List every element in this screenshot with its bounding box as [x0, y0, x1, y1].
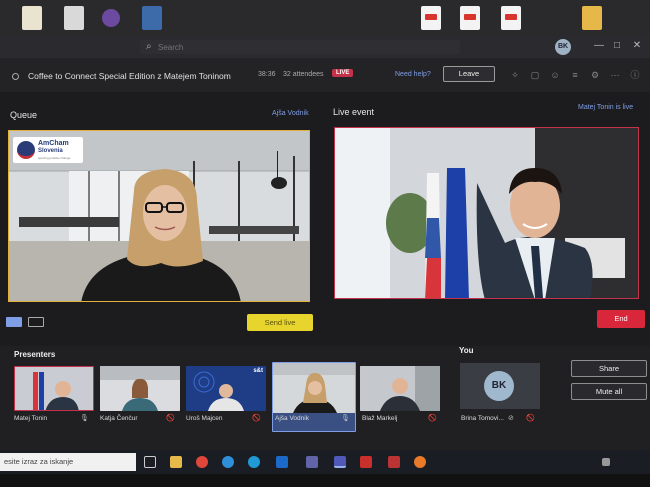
end-button[interactable]: End — [597, 310, 645, 328]
microphone-muted-icon[interactable]: 🚫 — [428, 414, 437, 422]
microphone-muted-icon[interactable]: 🚫 — [526, 414, 535, 422]
presenter-thumbnail — [15, 367, 93, 410]
self-name: Brina Tomovi... — [461, 415, 504, 422]
logo-line-1: AmCham — [38, 140, 69, 147]
chrome-icon[interactable] — [196, 456, 208, 468]
presenter-tile[interactable] — [100, 366, 180, 411]
pdf-file-icon[interactable] — [421, 6, 441, 30]
ie-icon[interactable] — [222, 456, 234, 468]
app-titlebar: ⌕ BK — □ ✕ — [0, 36, 650, 58]
desktop-app-icon[interactable] — [142, 6, 162, 30]
presenter-name: Katja Čenčur — [100, 415, 138, 422]
share-button[interactable]: Share — [571, 360, 647, 377]
pdf-file-icon[interactable] — [460, 6, 480, 30]
presenter-thumbnail — [100, 366, 180, 411]
chat-icon[interactable]: ▢ — [530, 70, 540, 80]
meeting-status-icon — [12, 73, 19, 80]
you-label: You — [459, 346, 474, 355]
meeting-title: Coffee to Connect Special Edition z Mate… — [28, 71, 231, 81]
reactions-icon[interactable]: ✧ — [510, 70, 520, 80]
self-avatar: BK — [484, 371, 514, 401]
live-video-scene — [335, 128, 638, 298]
live-badge: LIVE — [332, 69, 354, 77]
task-view-icon[interactable] — [144, 456, 156, 468]
mute-all-button[interactable]: Mute all — [571, 383, 647, 400]
help-link[interactable]: Need help? — [395, 71, 431, 78]
attendee-count[interactable]: 32 attendees — [283, 71, 323, 78]
live-video[interactable] — [334, 127, 639, 299]
folder-icon[interactable] — [582, 6, 602, 30]
presenter-tile[interactable]: s&t — [186, 366, 266, 411]
teams-icon[interactable] — [306, 456, 318, 468]
microphone-icon[interactable]: 🎙 — [341, 414, 350, 422]
send-live-button[interactable]: Send live — [247, 314, 313, 331]
search-input[interactable] — [158, 40, 448, 54]
screen: ⌕ BK — □ ✕ Coffee to Connect Special Edi… — [0, 0, 650, 487]
logo-line-2: Slovenia — [38, 148, 63, 154]
desktop-document-icon[interactable] — [64, 6, 84, 30]
amcham-logo-mark — [17, 141, 35, 159]
desktop-app-icon[interactable] — [102, 9, 120, 27]
desktop-icons — [0, 0, 650, 36]
microphone-muted-icon[interactable]: 🚫 — [166, 414, 175, 422]
user-avatar[interactable]: BK — [555, 39, 571, 55]
outlook-icon[interactable] — [276, 456, 288, 468]
search-icon: ⌕ — [146, 41, 152, 52]
presenter-thumbnail — [273, 363, 355, 413]
tray-icon[interactable] — [602, 458, 610, 466]
presenter-name: Uroš Majcen — [186, 415, 223, 422]
app-icon[interactable] — [414, 456, 426, 468]
camera-off-icon[interactable]: ⊘ — [508, 414, 514, 422]
desktop-file-icon[interactable] — [22, 6, 42, 30]
presenter-thumbnail — [360, 366, 440, 411]
teams-active-icon[interactable] — [334, 456, 346, 468]
producer-main: Queue Ajša Vodnik Live event Matej Tonin… — [0, 92, 650, 346]
pdf-file-icon[interactable] — [501, 6, 521, 30]
presenters-panel: Presenters Matej Tonin 🎙 Katja Čenčur 🚫 — [0, 346, 650, 450]
more-icon[interactable]: ⋯ — [610, 70, 620, 80]
settings-icon[interactable]: ⚙ — [590, 70, 600, 80]
self-tile[interactable]: BK — [460, 363, 540, 409]
info-icon[interactable]: ⓘ — [630, 70, 640, 80]
microphone-icon[interactable]: 🎙 — [80, 414, 89, 422]
logo-line-3: opening positive change — [38, 156, 71, 160]
file-explorer-icon[interactable] — [170, 456, 182, 468]
edge-icon[interactable] — [248, 456, 260, 468]
meeting-bar: Coffee to Connect Special Edition z Mate… — [0, 58, 650, 92]
live-event-label: Live event — [333, 107, 375, 117]
presenter-tile[interactable] — [360, 366, 440, 411]
live-status: Matej Tonin is live — [578, 104, 634, 111]
microphone-muted-icon[interactable]: 🚫 — [252, 414, 261, 422]
leave-button[interactable]: Leave — [443, 66, 495, 82]
presenter-tile[interactable] — [14, 366, 94, 411]
presenters-label: Presenters — [14, 350, 56, 359]
presenter-name: Matej Tonin — [14, 415, 48, 422]
search-box[interactable]: ⌕ — [140, 40, 460, 54]
os-taskbar: esite izraz za iskanje — [0, 450, 650, 474]
layout-split-button[interactable] — [28, 317, 44, 327]
minimize-icon[interactable]: — — [592, 39, 606, 53]
notes-icon[interactable]: ≡ — [570, 70, 580, 80]
queue-label: Queue — [10, 110, 38, 120]
monitor-bezel — [0, 474, 650, 487]
app-icon[interactable] — [388, 456, 400, 468]
presenter-name: Blaž Markelj — [362, 415, 398, 422]
company-badge: s&t — [253, 368, 263, 374]
meeting-elapsed-time: 38:36 — [258, 71, 276, 78]
presenter-name: Ajša Vodnik — [275, 415, 309, 422]
queue-video[interactable]: AmCham Slovenia opening positive change — [8, 130, 310, 302]
layout-single-button[interactable] — [6, 317, 22, 327]
queue-presenter-name: Ajša Vodnik — [272, 110, 309, 117]
acrobat-icon[interactable] — [360, 456, 372, 468]
participants-icon[interactable]: ☺ — [550, 70, 560, 80]
amcham-logo: AmCham Slovenia opening positive change — [13, 137, 83, 163]
close-icon[interactable]: ✕ — [630, 39, 644, 53]
taskbar-search[interactable]: esite izraz za iskanje — [0, 453, 136, 471]
maximize-icon[interactable]: □ — [610, 39, 624, 53]
